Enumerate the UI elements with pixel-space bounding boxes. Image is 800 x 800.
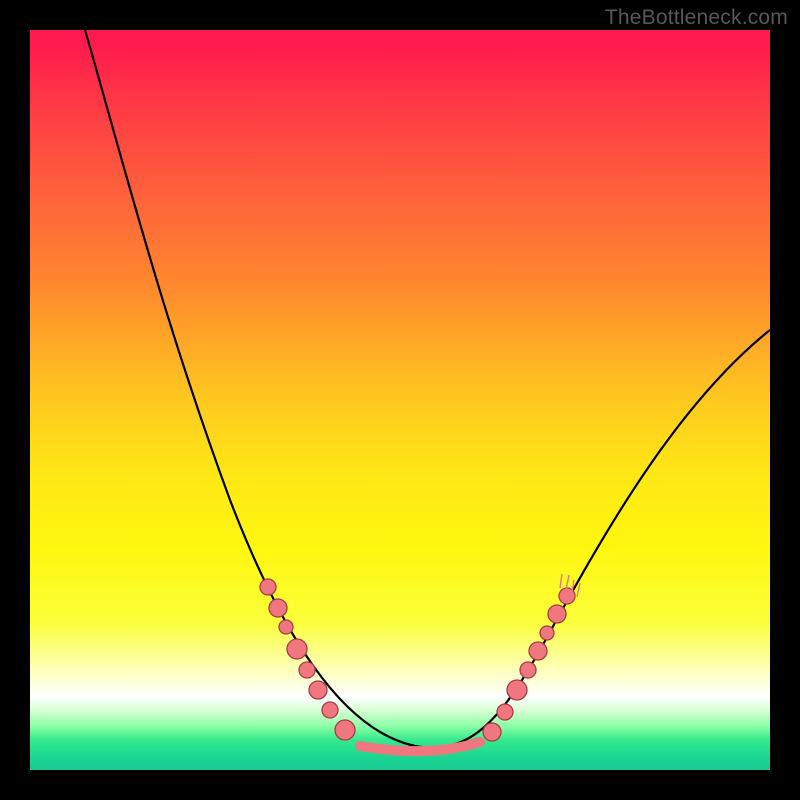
fringe-mark [560, 574, 562, 588]
marker-dot [483, 723, 501, 741]
marker-dot [335, 720, 355, 740]
marker-dot [529, 642, 547, 660]
marker-dot [497, 704, 513, 720]
curve-layer [30, 30, 770, 770]
marker-dot [540, 626, 554, 640]
marker-dot [260, 579, 276, 595]
marker-dot [548, 605, 566, 623]
marker-dot [269, 599, 287, 617]
bottleneck-curve [85, 30, 770, 748]
marker-dot [309, 681, 327, 699]
attribution-label: TheBottleneck.com [605, 6, 788, 30]
chart-frame: TheBottleneck.com [0, 0, 800, 800]
plateau-band [360, 742, 480, 751]
marker-dot [287, 639, 307, 659]
marker-dot [507, 680, 527, 700]
marker-dot [279, 620, 293, 634]
marker-dot [520, 662, 536, 678]
fringe-mark [577, 583, 580, 597]
plot-area [30, 30, 770, 770]
marker-dot [322, 702, 338, 718]
marker-dot [299, 662, 315, 678]
